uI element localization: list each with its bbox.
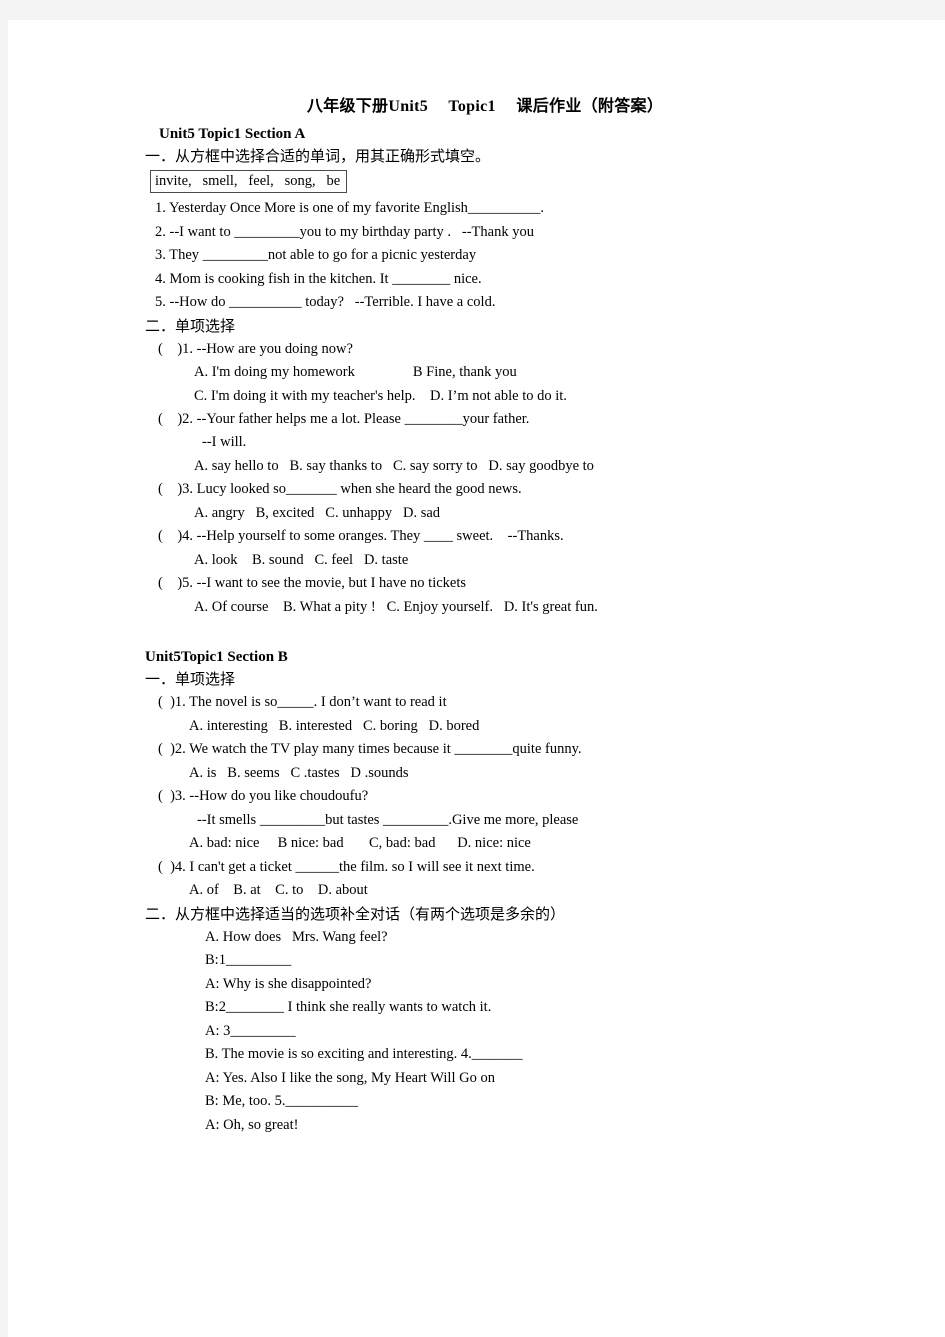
mc-option-line: A. of B. at C. to D. about xyxy=(189,882,368,899)
mc-question-stem: ( )4. I can't get a ticket ______the fil… xyxy=(158,858,535,875)
mc-question-reply: --It smells _________but tastes ________… xyxy=(197,811,579,828)
mc-question-stem: ( )1. The novel is so_____. I don’t want… xyxy=(158,694,447,711)
scan-gutter-top xyxy=(0,0,945,20)
mc-question-stem: ( )4. --Help yourself to some oranges. T… xyxy=(158,528,564,545)
mc-question-stem: ( )2. We watch the TV play many times be… xyxy=(158,741,582,758)
mc-option-line: A. look B. sound C. feel D. taste xyxy=(194,551,409,568)
mc-question-stem: ( )1. --How are you doing now? xyxy=(158,340,353,357)
section-b-heading: Unit5Topic1 Section B xyxy=(145,649,288,666)
fill-blank-question: 4. Mom is cooking fish in the kitchen. I… xyxy=(155,270,482,287)
fill-blank-question: 3. They _________not able to go for a pi… xyxy=(155,247,477,264)
dialogue-line: B:1_________ xyxy=(205,952,292,969)
mc-question-stem: ( )2. --Your father helps me a lot. Plea… xyxy=(158,411,530,427)
word-bank-box: invite, smell, feel, song, be xyxy=(150,170,348,194)
section-b-part2-directive: 二．从方框中选择适当的选项补全对话（有两个选项是多余的） xyxy=(145,906,566,923)
fill-blank-question: 5. --How do __________ today? --Terrible… xyxy=(155,294,496,311)
mc-question-stem: ( )5. --I want to see the movie, but I h… xyxy=(158,575,467,592)
mc-option-line: A. I'm doing my homework B Fine, thank y… xyxy=(194,364,517,381)
dialogue-line: A: 3_________ xyxy=(205,1022,296,1039)
dialogue-line: A: Oh, so great! xyxy=(205,1116,299,1133)
section-a-part1-directive: 一．从方框中选择合适的单词，用其正确形式填空。 xyxy=(145,149,491,165)
dialogue-line: A: Why is she disappointed? xyxy=(205,975,372,992)
mc-question-reply: --I will. xyxy=(202,434,247,451)
page-title: 八年级下册Unit5 Topic1 课后作业（附答案） xyxy=(306,98,664,115)
mc-question-stem: ( )3. --How do you like choudoufu? xyxy=(158,788,369,805)
dialogue-line: B. The movie is so exciting and interest… xyxy=(205,1046,523,1063)
section-b-part1-directive: 一．单项选择 xyxy=(145,672,236,689)
section-a-part2-directive: 二．单项选择 xyxy=(145,318,236,335)
mc-option-line: A. say hello to B. say thanks to C. say … xyxy=(194,457,594,474)
dialogue-line: B: Me, too. 5.__________ xyxy=(205,1093,359,1110)
mc-option-line: A. is B. seems C .tastes D .sounds xyxy=(189,764,409,781)
fill-blank-question: 1. Yesterday Once More is one of my favo… xyxy=(155,200,545,217)
dialogue-line: A. How does Mrs. Wang feel? xyxy=(205,928,388,945)
mc-option-line: A. Of course B. What a pity ! C. Enjoy y… xyxy=(194,598,598,615)
mc-option-line: A. angry B, excited C. unhappy D. sad xyxy=(194,504,441,521)
section-a-heading: Unit5 Topic1 Section A xyxy=(159,126,306,142)
dialogue-line: B:2________ I think she really wants to … xyxy=(205,999,492,1016)
document-page: 八年级下册Unit5 Topic1 课后作业（附答案） Unit5 Topic1… xyxy=(8,20,945,1337)
mc-option-line: A. interesting B. interested C. boring D… xyxy=(189,717,480,734)
scan-gutter-left xyxy=(0,0,8,1337)
fill-blank-question: 2. --I want to _________you to my birthd… xyxy=(155,223,534,240)
mc-option-line: C. I'm doing it with my teacher's help. … xyxy=(194,387,567,404)
mc-option-line: A. bad: nice B nice: bad C, bad: bad D. … xyxy=(189,835,531,852)
document-content: 八年级下册Unit5 Topic1 课后作业（附答案） Unit5 Topic1… xyxy=(145,92,825,1137)
mc-question-stem: ( )3. Lucy looked so_______ when she hea… xyxy=(158,481,522,498)
dialogue-line: A: Yes. Also I like the song, My Heart W… xyxy=(205,1069,495,1086)
